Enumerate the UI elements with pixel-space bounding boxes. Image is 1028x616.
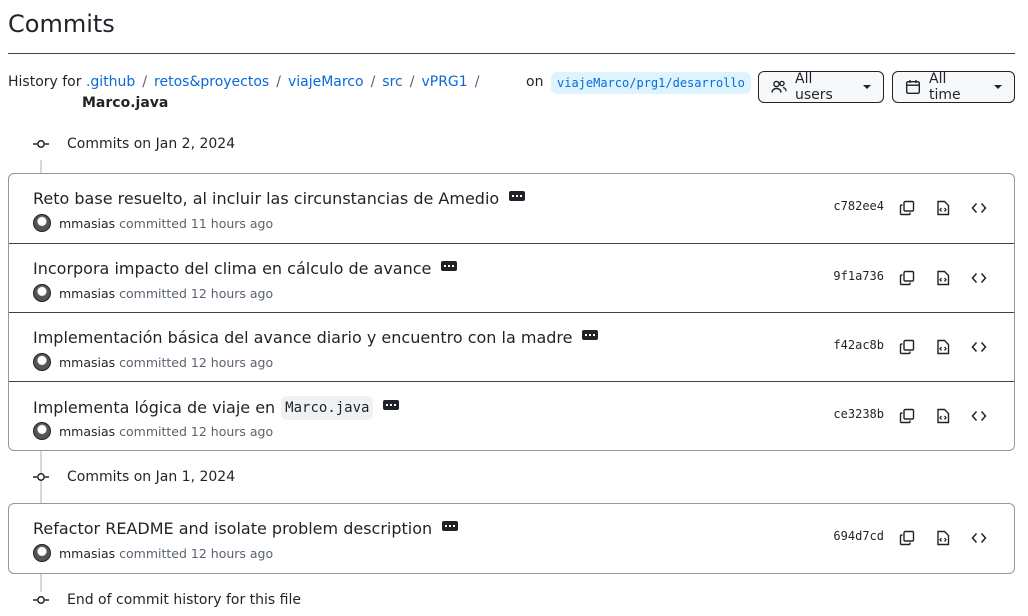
timeline-line [40,160,42,174]
commit-sha[interactable]: 9f1a736 [833,269,884,283]
code-icon[interactable] [969,268,989,288]
breadcrumb-link-viajemarco[interactable]: viajeMarco [288,74,364,90]
commit-message[interactable]: Implementación básica del avance diario … [33,327,572,349]
ellipsis-icon[interactable] [441,261,458,271]
end-of-history-label: End of commit history for this file [67,592,301,608]
commit-time: committed 12 hours ago [119,423,274,439]
group-heading-label: Commits on Jan 1, 2024 [67,469,236,485]
commit-list: Reto base resuelto, al incluir las circu… [8,173,1015,451]
commit-time: committed 12 hours ago [119,285,274,301]
commit-sha[interactable]: 694d7cd [833,529,884,543]
breadcrumb-separator: / [370,74,376,90]
avatar[interactable] [33,284,51,302]
code-icon[interactable] [969,528,989,548]
code-icon[interactable] [969,406,989,426]
commit-sha[interactable]: f42ac8b [833,338,884,352]
group-heading-jan-2: Commits on Jan 2, 2024 [32,133,235,155]
code-icon[interactable] [969,198,989,218]
ellipsis-icon[interactable] [383,400,400,410]
chevron-down-icon [863,85,871,89]
commit-message[interactable]: Incorpora impacto del clima en cálculo d… [33,258,431,280]
commit-node-icon [32,591,50,609]
file-code-icon[interactable] [933,337,953,357]
breadcrumb-link-src[interactable]: src [382,74,402,90]
file-code-icon[interactable] [933,528,953,548]
all-users-button[interactable]: All users [758,71,884,103]
commit-row: Refactor README and isolate problem desc… [9,504,1014,573]
copy-icon[interactable] [897,337,917,357]
commit-sha[interactable]: ce3238b [833,407,884,421]
avatar[interactable] [33,353,51,371]
breadcrumb-file: Marco.java [82,95,169,111]
copy-icon[interactable] [897,268,917,288]
copy-icon[interactable] [897,198,917,218]
breadcrumb-separator: / [474,74,480,90]
copy-icon[interactable] [897,406,917,426]
copy-icon[interactable] [897,528,917,548]
commit-author[interactable]: mmasias [59,424,115,439]
avatar[interactable] [33,422,51,440]
commit-node-icon [32,468,50,486]
commit-author[interactable]: mmasias [59,216,115,231]
all-time-label: All time [929,71,961,103]
commit-sha[interactable]: c782ee4 [833,199,884,213]
breadcrumb-separator: / [276,74,281,90]
commit-row: Reto base resuelto, al incluir las circu… [9,174,1014,243]
title-divider [8,53,1015,54]
commit-time: committed 12 hours ago [119,354,274,370]
commit-message[interactable]: Reto base resuelto, al incluir las circu… [33,188,499,210]
commit-time: committed 11 hours ago [119,215,274,231]
commit-author[interactable]: mmasias [59,286,115,301]
commit-row: Implementa lógica de viaje en Marco.java … [9,381,1014,450]
file-code-icon[interactable] [933,406,953,426]
breadcrumb-link-retos[interactable]: retos&proyectos [154,74,269,90]
page-title: Commits [8,10,115,38]
on-label: on [526,74,544,90]
commit-author[interactable]: mmasias [59,355,115,370]
commit-message[interactable]: Implementa lógica de viaje en [33,397,275,419]
ellipsis-icon[interactable] [442,521,459,531]
breadcrumb-link-github[interactable]: .github [86,74,135,90]
all-time-button[interactable]: All time [892,71,1015,103]
ellipsis-icon[interactable] [582,330,599,340]
people-icon [771,79,787,95]
calendar-icon [905,79,921,95]
breadcrumb: History for .github / retos&proyectos / viaj… [8,72,548,113]
commit-row: Incorpora impacto del clima en cálculo d… [9,243,1014,312]
group-heading-jan-1: Commits on Jan 1, 2024 [32,466,235,488]
breadcrumb-link-vprg1[interactable]: vPRG1 [421,74,467,90]
chevron-down-icon [994,85,1002,89]
branch-badge[interactable]: viajeMarco/prg1/desarrollo [551,72,751,94]
commit-code-snippet: Marco.java [281,396,374,420]
code-icon[interactable] [969,337,989,357]
commit-list: Refactor README and isolate problem desc… [8,503,1015,574]
commit-message[interactable]: Refactor README and isolate problem desc… [33,518,432,540]
commit-row: Implementación básica del avance diario … [9,312,1014,381]
breadcrumb-separator: / [409,74,415,90]
avatar[interactable] [33,544,51,562]
avatar[interactable] [33,214,51,232]
commits-page: Commits History for .github / retos&proyec… [0,0,1028,616]
file-code-icon[interactable] [933,198,953,218]
commit-node-icon [32,135,50,153]
all-users-label: All users [795,71,833,103]
commit-author[interactable]: mmasias [59,546,115,561]
commit-time: committed 12 hours ago [119,545,274,561]
group-heading-label: Commits on Jan 2, 2024 [67,136,236,152]
ellipsis-icon[interactable] [509,191,526,201]
history-prefix: History for [8,74,82,90]
file-code-icon[interactable] [933,268,953,288]
breadcrumb-separator: / [142,74,148,90]
end-of-history: End of commit history for this file [32,589,301,611]
